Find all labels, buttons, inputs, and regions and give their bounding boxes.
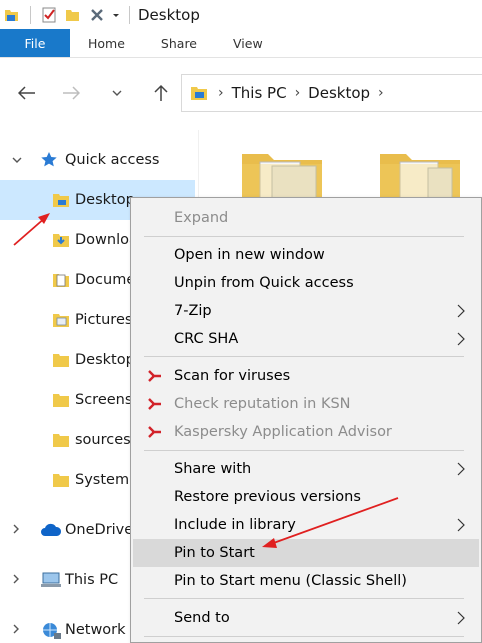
menu-item-send-to[interactable]: Send to [133, 604, 479, 632]
submenu-arrow-icon [457, 332, 465, 350]
breadcrumb-chevron-icon[interactable]: › [218, 85, 224, 101]
pc-folder-icon [190, 85, 208, 101]
menu-item-restore-versions[interactable]: Restore previous versions [133, 483, 479, 511]
documents-folder-icon [52, 272, 70, 288]
menu-item-kaspersky-advisor[interactable]: Kaspersky Application Advisor [133, 418, 479, 446]
menu-item-pin-start-classic-shell[interactable]: Pin to Start menu (Classic Shell) [133, 567, 479, 595]
kaspersky-icon [148, 398, 162, 414]
collapse-chevron-icon[interactable] [12, 154, 22, 167]
menu-item-pin-to-start[interactable]: Pin to Start [133, 539, 479, 567]
breadcrumb-chevron-icon[interactable]: › [295, 85, 301, 101]
nav-label: OneDrive [65, 522, 134, 538]
menu-item-check-reputation[interactable]: Check reputation in KSN [133, 390, 479, 418]
menu-item-label: Open in new window [174, 247, 325, 263]
menu-item-crc-sha[interactable]: CRC SHA [133, 325, 479, 353]
context-menu: Expand Open in new window Unpin from Qui… [130, 197, 482, 643]
title-bar: Desktop [0, 0, 482, 29]
properties-icon[interactable] [37, 0, 61, 29]
expand-chevron-icon[interactable] [12, 624, 20, 637]
breadcrumb-chevron-icon[interactable]: › [378, 85, 384, 101]
toolbar-divider [129, 5, 130, 24]
menu-item-label: Send to [174, 610, 230, 626]
computer-icon [40, 572, 62, 588]
menu-item-expand[interactable]: Expand [133, 204, 479, 232]
recent-locations-chevron-icon[interactable] [104, 80, 130, 106]
nav-label: Network [65, 622, 126, 638]
folder-icon [52, 472, 70, 488]
menu-item-7zip[interactable]: 7-Zip [133, 297, 479, 325]
submenu-arrow-icon [457, 462, 465, 480]
nav-label: Quick access [65, 152, 160, 168]
menu-item-open-new-window[interactable]: Open in new window [133, 241, 479, 269]
menu-item-unpin-quick-access[interactable]: Unpin from Quick access [133, 269, 479, 297]
menu-item-label: Share with [174, 461, 252, 477]
tab-view[interactable]: View [215, 29, 281, 57]
menu-item-include-library[interactable]: Include in library [133, 511, 479, 539]
menu-item-label: Check reputation in KSN [174, 396, 351, 412]
menu-item-label: 7-Zip [174, 303, 212, 319]
nav-label: sources [75, 432, 131, 448]
expand-chevron-icon[interactable] [12, 574, 20, 587]
explorer-icon[interactable] [0, 0, 24, 29]
menu-item-label: Kaspersky Application Advisor [174, 424, 392, 440]
new-folder-icon[interactable] [61, 0, 85, 29]
folder-thumbnail[interactable] [380, 150, 460, 202]
menu-separator [144, 636, 464, 637]
folder-icon [52, 432, 70, 448]
window-title: Desktop [138, 5, 200, 24]
star-icon [40, 151, 58, 167]
menu-item-label: Unpin from Quick access [174, 275, 354, 291]
menu-item-label: Scan for viruses [174, 368, 291, 384]
kaspersky-icon [148, 426, 162, 442]
menu-item-label: CRC SHA [174, 331, 239, 347]
submenu-arrow-icon [457, 304, 465, 322]
menu-separator [144, 236, 464, 237]
menu-item-label: Pin to Start [174, 545, 255, 561]
nav-label: Desktop [75, 192, 135, 208]
up-arrow-icon[interactable] [148, 80, 174, 106]
menu-separator [144, 356, 464, 357]
expand-chevron-icon[interactable] [12, 524, 20, 537]
folder-icon [52, 392, 70, 408]
customize-toolbar-chevron-icon[interactable] [109, 0, 123, 29]
folder-icon [52, 352, 70, 368]
nav-label: Pictures [75, 312, 133, 328]
pictures-folder-icon [52, 312, 70, 328]
nav-label: Docume [75, 272, 136, 288]
nav-item-quick-access[interactable]: Quick access [0, 140, 198, 180]
submenu-arrow-icon [457, 611, 465, 629]
tab-file[interactable]: File [0, 29, 70, 57]
menu-item-label: Expand [174, 210, 229, 226]
menu-item-share-with[interactable]: Share with [133, 455, 479, 483]
quick-access-toolbar [0, 0, 136, 29]
breadcrumb-desktop[interactable]: Desktop [308, 84, 370, 102]
nav-label: Desktop [75, 352, 135, 368]
menu-item-label: Restore previous versions [174, 489, 361, 505]
menu-separator [144, 450, 464, 451]
cloud-icon [40, 523, 62, 539]
desktop-folder-icon [52, 192, 70, 208]
tab-home[interactable]: Home [70, 29, 143, 57]
back-arrow-icon[interactable] [14, 80, 40, 106]
menu-item-label: Include in library [174, 517, 296, 533]
menu-item-scan-viruses[interactable]: Scan for viruses [133, 362, 479, 390]
kaspersky-icon [148, 370, 162, 386]
folder-thumbnail[interactable] [242, 150, 322, 202]
menu-separator [144, 598, 464, 599]
toolbar-divider [30, 5, 31, 24]
ribbon-tabs: File Home Share View [0, 29, 482, 58]
delete-icon[interactable] [85, 0, 109, 29]
nav-label: System3 [75, 472, 139, 488]
network-icon [40, 622, 62, 639]
forward-arrow-icon[interactable] [58, 80, 84, 106]
tab-share[interactable]: Share [143, 29, 215, 57]
nav-label: Downloa [75, 232, 138, 248]
breadcrumb-this-pc[interactable]: This PC [232, 84, 287, 102]
downloads-folder-icon [52, 232, 70, 248]
menu-item-label: Pin to Start menu (Classic Shell) [174, 573, 407, 589]
submenu-arrow-icon [457, 518, 465, 536]
address-bar[interactable]: › This PC › Desktop › [181, 74, 482, 112]
nav-label: This PC [65, 572, 119, 588]
